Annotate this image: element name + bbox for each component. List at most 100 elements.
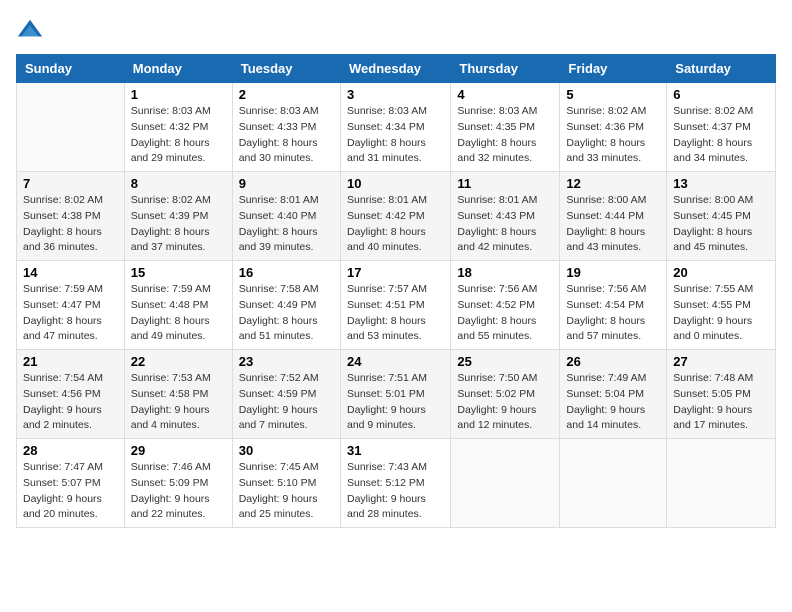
day-info: Sunrise: 7:43 AM Sunset: 5:12 PM Dayligh…: [347, 461, 427, 520]
day-number: 6: [673, 87, 769, 102]
day-info: Sunrise: 7:53 AM Sunset: 4:58 PM Dayligh…: [131, 372, 211, 431]
day-number: 1: [131, 87, 226, 102]
day-number: 5: [566, 87, 660, 102]
day-info: Sunrise: 8:02 AM Sunset: 4:36 PM Dayligh…: [566, 105, 646, 164]
day-info: Sunrise: 8:03 AM Sunset: 4:35 PM Dayligh…: [457, 105, 537, 164]
header-thursday: Thursday: [451, 55, 560, 83]
day-number: 25: [457, 354, 553, 369]
day-number: 19: [566, 265, 660, 280]
calendar-cell: 13 Sunrise: 8:00 AM Sunset: 4:45 PM Dayl…: [667, 172, 776, 261]
calendar-cell: 30 Sunrise: 7:45 AM Sunset: 5:10 PM Dayl…: [232, 439, 340, 528]
day-number: 12: [566, 176, 660, 191]
day-info: Sunrise: 7:47 AM Sunset: 5:07 PM Dayligh…: [23, 461, 103, 520]
day-number: 2: [239, 87, 334, 102]
day-info: Sunrise: 8:02 AM Sunset: 4:38 PM Dayligh…: [23, 194, 103, 253]
header-saturday: Saturday: [667, 55, 776, 83]
calendar-week-1: 1 Sunrise: 8:03 AM Sunset: 4:32 PM Dayli…: [17, 83, 776, 172]
day-number: 7: [23, 176, 118, 191]
calendar-cell: 12 Sunrise: 8:00 AM Sunset: 4:44 PM Dayl…: [560, 172, 667, 261]
calendar-week-3: 14 Sunrise: 7:59 AM Sunset: 4:47 PM Dayl…: [17, 261, 776, 350]
calendar-cell: 24 Sunrise: 7:51 AM Sunset: 5:01 PM Dayl…: [340, 350, 450, 439]
calendar-cell: 15 Sunrise: 7:59 AM Sunset: 4:48 PM Dayl…: [124, 261, 232, 350]
calendar-cell: 9 Sunrise: 8:01 AM Sunset: 4:40 PM Dayli…: [232, 172, 340, 261]
calendar-cell: [560, 439, 667, 528]
calendar-cell: [17, 83, 125, 172]
calendar-cell: 25 Sunrise: 7:50 AM Sunset: 5:02 PM Dayl…: [451, 350, 560, 439]
day-number: 27: [673, 354, 769, 369]
day-info: Sunrise: 7:46 AM Sunset: 5:09 PM Dayligh…: [131, 461, 211, 520]
day-number: 14: [23, 265, 118, 280]
day-number: 17: [347, 265, 444, 280]
day-info: Sunrise: 7:56 AM Sunset: 4:52 PM Dayligh…: [457, 283, 537, 342]
day-info: Sunrise: 8:00 AM Sunset: 4:45 PM Dayligh…: [673, 194, 753, 253]
day-number: 15: [131, 265, 226, 280]
calendar-cell: 4 Sunrise: 8:03 AM Sunset: 4:35 PM Dayli…: [451, 83, 560, 172]
calendar-week-4: 21 Sunrise: 7:54 AM Sunset: 4:56 PM Dayl…: [17, 350, 776, 439]
calendar-cell: 17 Sunrise: 7:57 AM Sunset: 4:51 PM Dayl…: [340, 261, 450, 350]
calendar-cell: 22 Sunrise: 7:53 AM Sunset: 4:58 PM Dayl…: [124, 350, 232, 439]
calendar-cell: [451, 439, 560, 528]
calendar-cell: 20 Sunrise: 7:55 AM Sunset: 4:55 PM Dayl…: [667, 261, 776, 350]
day-info: Sunrise: 7:51 AM Sunset: 5:01 PM Dayligh…: [347, 372, 427, 431]
day-number: 18: [457, 265, 553, 280]
logo: [16, 16, 48, 44]
day-info: Sunrise: 7:48 AM Sunset: 5:05 PM Dayligh…: [673, 372, 753, 431]
day-info: Sunrise: 8:03 AM Sunset: 4:34 PM Dayligh…: [347, 105, 427, 164]
calendar-cell: 5 Sunrise: 8:02 AM Sunset: 4:36 PM Dayli…: [560, 83, 667, 172]
calendar-cell: 29 Sunrise: 7:46 AM Sunset: 5:09 PM Dayl…: [124, 439, 232, 528]
calendar-cell: 18 Sunrise: 7:56 AM Sunset: 4:52 PM Dayl…: [451, 261, 560, 350]
day-info: Sunrise: 7:52 AM Sunset: 4:59 PM Dayligh…: [239, 372, 319, 431]
day-info: Sunrise: 7:58 AM Sunset: 4:49 PM Dayligh…: [239, 283, 319, 342]
calendar-cell: 7 Sunrise: 8:02 AM Sunset: 4:38 PM Dayli…: [17, 172, 125, 261]
day-info: Sunrise: 8:01 AM Sunset: 4:40 PM Dayligh…: [239, 194, 319, 253]
calendar-cell: 21 Sunrise: 7:54 AM Sunset: 4:56 PM Dayl…: [17, 350, 125, 439]
calendar-cell: 23 Sunrise: 7:52 AM Sunset: 4:59 PM Dayl…: [232, 350, 340, 439]
day-info: Sunrise: 7:57 AM Sunset: 4:51 PM Dayligh…: [347, 283, 427, 342]
day-number: 21: [23, 354, 118, 369]
calendar-cell: 2 Sunrise: 8:03 AM Sunset: 4:33 PM Dayli…: [232, 83, 340, 172]
header-friday: Friday: [560, 55, 667, 83]
day-number: 8: [131, 176, 226, 191]
day-info: Sunrise: 8:01 AM Sunset: 4:43 PM Dayligh…: [457, 194, 537, 253]
day-number: 23: [239, 354, 334, 369]
header-tuesday: Tuesday: [232, 55, 340, 83]
header-wednesday: Wednesday: [340, 55, 450, 83]
day-info: Sunrise: 8:00 AM Sunset: 4:44 PM Dayligh…: [566, 194, 646, 253]
day-number: 29: [131, 443, 226, 458]
calendar-cell: 1 Sunrise: 8:03 AM Sunset: 4:32 PM Dayli…: [124, 83, 232, 172]
day-info: Sunrise: 7:50 AM Sunset: 5:02 PM Dayligh…: [457, 372, 537, 431]
calendar-header-row: SundayMondayTuesdayWednesdayThursdayFrid…: [17, 55, 776, 83]
day-number: 22: [131, 354, 226, 369]
calendar-cell: 14 Sunrise: 7:59 AM Sunset: 4:47 PM Dayl…: [17, 261, 125, 350]
calendar-cell: 27 Sunrise: 7:48 AM Sunset: 5:05 PM Dayl…: [667, 350, 776, 439]
calendar-cell: 8 Sunrise: 8:02 AM Sunset: 4:39 PM Dayli…: [124, 172, 232, 261]
day-number: 13: [673, 176, 769, 191]
calendar-week-2: 7 Sunrise: 8:02 AM Sunset: 4:38 PM Dayli…: [17, 172, 776, 261]
calendar-cell: 11 Sunrise: 8:01 AM Sunset: 4:43 PM Dayl…: [451, 172, 560, 261]
day-info: Sunrise: 7:45 AM Sunset: 5:10 PM Dayligh…: [239, 461, 319, 520]
day-number: 10: [347, 176, 444, 191]
day-info: Sunrise: 7:59 AM Sunset: 4:47 PM Dayligh…: [23, 283, 103, 342]
header-monday: Monday: [124, 55, 232, 83]
day-number: 30: [239, 443, 334, 458]
day-info: Sunrise: 7:55 AM Sunset: 4:55 PM Dayligh…: [673, 283, 753, 342]
day-info: Sunrise: 7:49 AM Sunset: 5:04 PM Dayligh…: [566, 372, 646, 431]
day-info: Sunrise: 7:59 AM Sunset: 4:48 PM Dayligh…: [131, 283, 211, 342]
day-number: 31: [347, 443, 444, 458]
calendar-cell: 26 Sunrise: 7:49 AM Sunset: 5:04 PM Dayl…: [560, 350, 667, 439]
calendar-cell: 19 Sunrise: 7:56 AM Sunset: 4:54 PM Dayl…: [560, 261, 667, 350]
day-number: 20: [673, 265, 769, 280]
day-info: Sunrise: 7:54 AM Sunset: 4:56 PM Dayligh…: [23, 372, 103, 431]
day-info: Sunrise: 8:02 AM Sunset: 4:39 PM Dayligh…: [131, 194, 211, 253]
day-info: Sunrise: 8:03 AM Sunset: 4:32 PM Dayligh…: [131, 105, 211, 164]
calendar-cell: 31 Sunrise: 7:43 AM Sunset: 5:12 PM Dayl…: [340, 439, 450, 528]
calendar-cell: 16 Sunrise: 7:58 AM Sunset: 4:49 PM Dayl…: [232, 261, 340, 350]
header-sunday: Sunday: [17, 55, 125, 83]
logo-icon: [16, 16, 44, 44]
day-info: Sunrise: 8:01 AM Sunset: 4:42 PM Dayligh…: [347, 194, 427, 253]
day-number: 3: [347, 87, 444, 102]
day-number: 26: [566, 354, 660, 369]
day-number: 9: [239, 176, 334, 191]
day-number: 28: [23, 443, 118, 458]
day-number: 4: [457, 87, 553, 102]
